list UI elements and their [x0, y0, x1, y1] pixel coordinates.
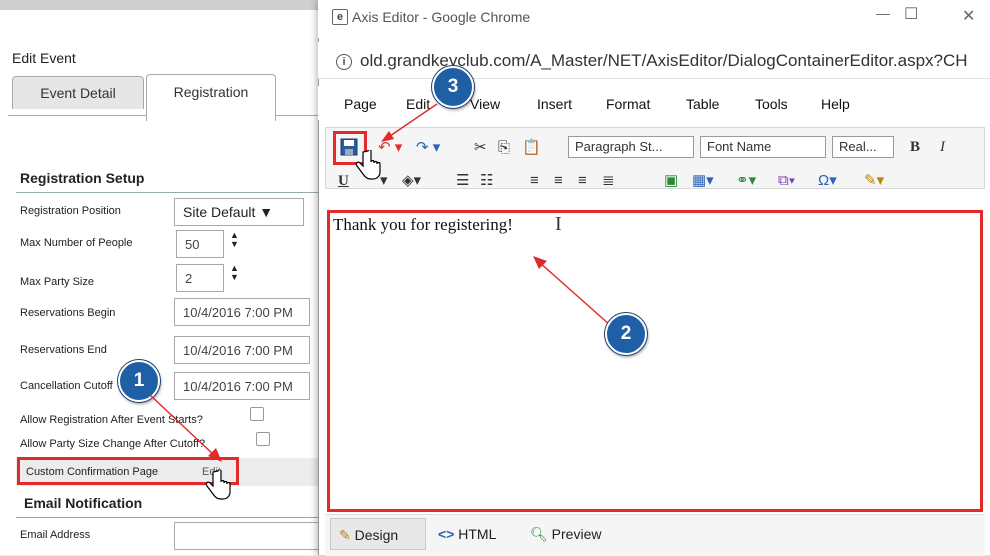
max-people-stepper[interactable]: ▲ ▼: [230, 231, 240, 249]
step-1-arrow: [149, 394, 222, 462]
paste-icon[interactable]: 📋: [522, 137, 541, 159]
registration-position-label: Registration Position: [20, 205, 121, 217]
max-party-size-stepper[interactable]: ▲ ▼: [230, 264, 240, 282]
bold-button[interactable]: B: [910, 136, 920, 158]
insert-table-icon[interactable]: ▦▾: [692, 170, 714, 192]
design-tab-label: Design: [354, 527, 399, 543]
align-center-icon[interactable]: ≡: [554, 170, 563, 192]
max-people-label: Max Number of People: [20, 237, 133, 249]
email-address-label: Email Address: [20, 529, 91, 541]
cancellation-cutoff-label: Cancellation Cutoff: [20, 380, 113, 392]
panel-title: Edit Event: [12, 50, 76, 66]
registration-setup-heading: Registration Setup: [20, 170, 145, 186]
justify-icon[interactable]: ≣: [602, 170, 615, 192]
reservations-begin-input[interactable]: 10/4/2016 7:00 PM: [174, 298, 310, 326]
reservations-begin-label: Reservations Begin: [20, 307, 116, 319]
paragraph-style-dropdown[interactable]: Paragraph St...: [568, 136, 694, 158]
step-3-arrow: [381, 103, 438, 142]
menu-table[interactable]: Table: [686, 96, 719, 112]
font-size-dropdown[interactable]: Real...: [832, 136, 894, 158]
italic-button[interactable]: I: [940, 136, 945, 158]
preview-tab-label: Preview: [551, 526, 602, 542]
pencil-icon: ✎: [339, 527, 351, 543]
menu-help[interactable]: Help: [821, 96, 850, 112]
page-favicon-icon: e: [332, 9, 348, 25]
underline-button[interactable]: U: [338, 170, 349, 192]
fill-color-icon[interactable]: ◈▾: [402, 170, 421, 192]
menu-format[interactable]: Format: [606, 96, 650, 112]
close-window-button[interactable]: ✕: [962, 6, 975, 26]
code-icon: <>: [438, 526, 455, 542]
format-stripper-icon[interactable]: ✎▾: [864, 170, 884, 192]
magnifier-icon: 🔍︎: [530, 526, 548, 542]
html-tab[interactable]: <> HTML: [438, 518, 496, 550]
maximize-button[interactable]: ☐: [904, 4, 918, 24]
hand-cursor-icon: [205, 470, 231, 500]
align-left-icon[interactable]: ≡: [530, 170, 539, 192]
copy-icon[interactable]: ⎘: [498, 137, 510, 159]
email-notification-heading: Email Notification: [24, 495, 143, 511]
email-address-input[interactable]: [174, 522, 320, 550]
special-character-icon[interactable]: Ω▾: [818, 170, 837, 192]
window-title: Axis Editor - Google Chrome: [352, 9, 531, 25]
minimize-button[interactable]: —: [876, 5, 890, 21]
allow-party-size-change-checkbox[interactable]: [256, 432, 270, 446]
editor-content-highlight: [327, 210, 983, 512]
hand-cursor-icon: [355, 150, 381, 180]
insert-image-icon[interactable]: ▣: [664, 170, 678, 192]
tab-event-detail[interactable]: Event Detail: [12, 76, 144, 109]
numbered-list-icon[interactable]: ☰: [456, 170, 469, 192]
insert-snippet-icon[interactable]: ⧉▾: [778, 170, 795, 192]
allow-registration-after-start-checkbox[interactable]: [250, 407, 264, 421]
max-party-size-label: Max Party Size: [20, 276, 94, 288]
bullet-list-icon[interactable]: ☷: [480, 170, 493, 192]
align-right-icon[interactable]: ≡: [578, 170, 587, 192]
design-tab[interactable]: ✎ Design: [330, 518, 426, 550]
font-name-dropdown[interactable]: Font Name: [700, 136, 826, 158]
menu-page[interactable]: Page: [344, 96, 377, 112]
cut-icon[interactable]: ✂: [474, 137, 487, 159]
preview-tab[interactable]: 🔍︎ Preview: [530, 518, 601, 550]
section-divider: [16, 192, 320, 193]
menu-tools[interactable]: Tools: [755, 96, 788, 112]
reservations-end-input[interactable]: 10/4/2016 7:00 PM: [174, 336, 310, 364]
insert-link-icon[interactable]: ⚭▾: [736, 170, 756, 192]
tab-registration[interactable]: Registration: [146, 74, 276, 121]
max-party-size-input[interactable]: 2: [176, 264, 224, 292]
html-tab-label: HTML: [458, 526, 497, 542]
menu-view[interactable]: View: [470, 96, 500, 112]
info-icon[interactable]: i: [336, 54, 352, 70]
max-people-input[interactable]: 50: [176, 230, 224, 258]
registration-position-select[interactable]: Site Default ▼: [174, 198, 304, 226]
reservations-end-label: Reservations End: [20, 344, 107, 356]
step-2-badge: 2: [605, 313, 647, 355]
menu-insert[interactable]: Insert: [537, 96, 572, 112]
section-divider: [16, 517, 320, 518]
